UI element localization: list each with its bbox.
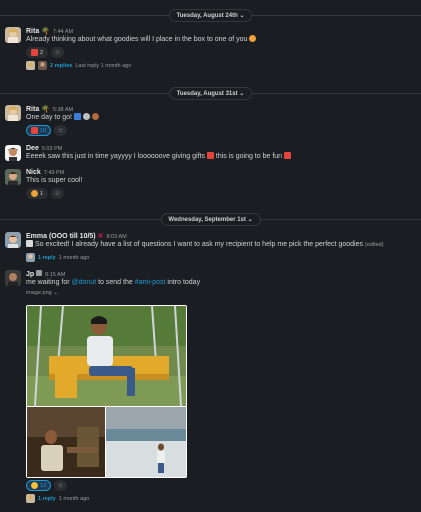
last-reply: Last reply 1 month ago xyxy=(75,62,132,69)
message-body: This is super cool! xyxy=(26,177,83,184)
status-icon xyxy=(36,270,43,276)
avatar xyxy=(26,494,35,503)
reaction-count: 10 xyxy=(40,127,47,134)
chevron-down-icon: ⌄ xyxy=(247,217,253,223)
add-reaction-icon[interactable]: ☺ xyxy=(54,125,68,136)
avatar xyxy=(26,61,35,70)
reactions-bar: 10 ☺ xyxy=(26,125,413,136)
gift-box-emoji-icon xyxy=(284,152,291,159)
party-emoji-icon xyxy=(31,190,38,197)
reactions-bar: 2 ☺ xyxy=(26,47,413,58)
plant-emoji-icon: 🌴 xyxy=(41,106,50,113)
add-reaction-icon[interactable]: ☺ xyxy=(54,480,68,491)
file-label[interactable]: image.png ⌄ xyxy=(26,290,413,296)
meme-panel-top xyxy=(27,306,186,406)
date-pill[interactable]: Wednesday, September 1st ⌄ xyxy=(160,213,261,226)
message-body: Already thinking about what goodies will… xyxy=(26,36,248,43)
reaction-count: 13 xyxy=(40,482,47,489)
reactions-bar: 13 ☺ xyxy=(26,480,413,491)
avatar xyxy=(26,253,35,262)
chevron-down-icon: ⌄ xyxy=(239,13,245,19)
magnifier-emoji-icon xyxy=(82,113,90,120)
last-reply: 1 month ago xyxy=(58,254,90,261)
date-divider[interactable]: Wednesday, September 1st ⌄ xyxy=(0,212,421,226)
message-text: One day to go! xyxy=(26,113,413,123)
message-body: So excited! I already have a list of que… xyxy=(34,241,363,248)
reaction-gift[interactable]: 10 xyxy=(26,125,52,136)
chevron-down-icon: ⌄ xyxy=(239,91,245,97)
image-attachment[interactable] xyxy=(26,305,187,478)
message-text: Already thinking about what goodies will… xyxy=(26,35,413,45)
author-name[interactable]: Nick xyxy=(26,169,41,176)
message-text: So excited! I already have a list of que… xyxy=(26,240,413,250)
gift-emoji-icon xyxy=(31,127,38,134)
date-pill[interactable]: Tuesday, August 24th ⌄ xyxy=(168,9,253,22)
date-divider[interactable]: Tuesday, August 31st ⌄ xyxy=(0,86,421,100)
thread-summary[interactable]: 1 reply 1 month ago xyxy=(26,494,413,503)
message-body: me waiting for xyxy=(26,279,70,286)
avatar[interactable] xyxy=(5,145,21,161)
gift-emoji-icon xyxy=(31,49,38,56)
reactions-bar: 1 ☺ xyxy=(26,188,413,199)
file-name: image.png xyxy=(26,290,52,296)
message-text: me waiting for @donut to send the #ami-p… xyxy=(26,278,413,288)
message-content: 13 ☺ 1 reply 1 month ago xyxy=(26,480,413,503)
reaction-gift[interactable]: 2 xyxy=(26,47,49,58)
mailbox-emoji-icon xyxy=(73,113,81,120)
user-mention[interactable]: @donut xyxy=(72,279,97,286)
meme-panel-bottom-left xyxy=(27,407,105,477)
date-pill[interactable]: Tuesday, August 31st ⌄ xyxy=(168,87,253,100)
reaction-count: 2 xyxy=(40,49,44,56)
cross-mark-icon: ✕ xyxy=(97,233,104,240)
date-label: Wednesday, September 1st xyxy=(168,217,246,223)
heart-eyes-emoji-icon xyxy=(249,35,257,42)
last-reply: 1 month ago xyxy=(58,495,90,502)
message-body: intro today xyxy=(167,279,201,286)
avatar[interactable] xyxy=(5,169,21,185)
author-name[interactable]: Jp xyxy=(26,271,34,278)
thread-summary[interactable]: 1 reply 1 month ago xyxy=(26,253,413,262)
meme-panel-bottom-right xyxy=(106,407,186,477)
avatar[interactable] xyxy=(5,270,21,286)
gift-emoji-icon xyxy=(206,152,214,159)
add-reaction-icon[interactable]: ☺ xyxy=(51,47,65,58)
replies-link[interactable]: 1 reply xyxy=(38,496,56,502)
replies-link[interactable]: 1 reply xyxy=(38,255,56,261)
author-name[interactable]: Dee xyxy=(26,145,39,152)
message-content: Jp 8:15 AM me waiting for @donut to send… xyxy=(26,270,413,296)
plant-emoji-icon: 🌴 xyxy=(41,28,50,35)
message-body: to send the xyxy=(98,279,133,286)
author-name[interactable]: Rita xyxy=(26,106,39,113)
smile-emoji-icon xyxy=(31,482,38,489)
avatar[interactable] xyxy=(5,105,21,121)
author-name[interactable]: Rita xyxy=(26,28,39,35)
replies-link[interactable]: 2 replies xyxy=(50,63,72,69)
avatar[interactable] xyxy=(5,27,21,43)
reaction-smile[interactable]: 13 xyxy=(26,480,52,491)
message-content: Nick 7:49 PM This is super cool! 1 ☺ xyxy=(26,169,413,199)
message-content: Rita 🌴 5:38 AM One day to go! 10 ☺ xyxy=(26,105,413,136)
notepad-emoji-icon xyxy=(26,240,33,247)
message-body: this is going to be fun xyxy=(215,153,283,160)
channel-mention[interactable]: #ami-post xyxy=(135,279,166,286)
date-label: Tuesday, August 31st xyxy=(176,91,238,97)
thread-summary[interactable]: 2 replies Last reply 1 month ago xyxy=(26,61,413,70)
message-text: Eeeek saw this just in time yayyyy I loo… xyxy=(26,152,413,162)
message-content: Emma (OOO till 10/5) ✕ 8:03 AM So excited… xyxy=(26,232,413,262)
edited-label: (edited) xyxy=(364,242,384,248)
message-body: One day to go! xyxy=(26,114,72,121)
author-name[interactable]: Emma (OOO till 10/5) xyxy=(26,233,96,240)
reaction-count: 1 xyxy=(40,190,44,197)
avatar xyxy=(38,61,47,70)
avatar[interactable] xyxy=(5,232,21,248)
message-content: Dee 5:03 PM Eeeek saw this just in time y… xyxy=(26,145,413,162)
reaction-party[interactable]: 1 xyxy=(26,188,49,199)
message-content: Rita 🌴 7:44 AM Already thinking about wha… xyxy=(26,27,413,70)
add-reaction-icon[interactable]: ☺ xyxy=(51,188,65,199)
date-divider[interactable]: Tuesday, August 24th ⌄ xyxy=(0,8,421,22)
donut-emoji-icon xyxy=(91,113,99,120)
chevron-down-icon: ⌄ xyxy=(53,290,58,296)
date-label: Tuesday, August 24th xyxy=(176,13,238,19)
message-body: Eeeek saw this just in time yayyyy I loo… xyxy=(26,153,205,160)
